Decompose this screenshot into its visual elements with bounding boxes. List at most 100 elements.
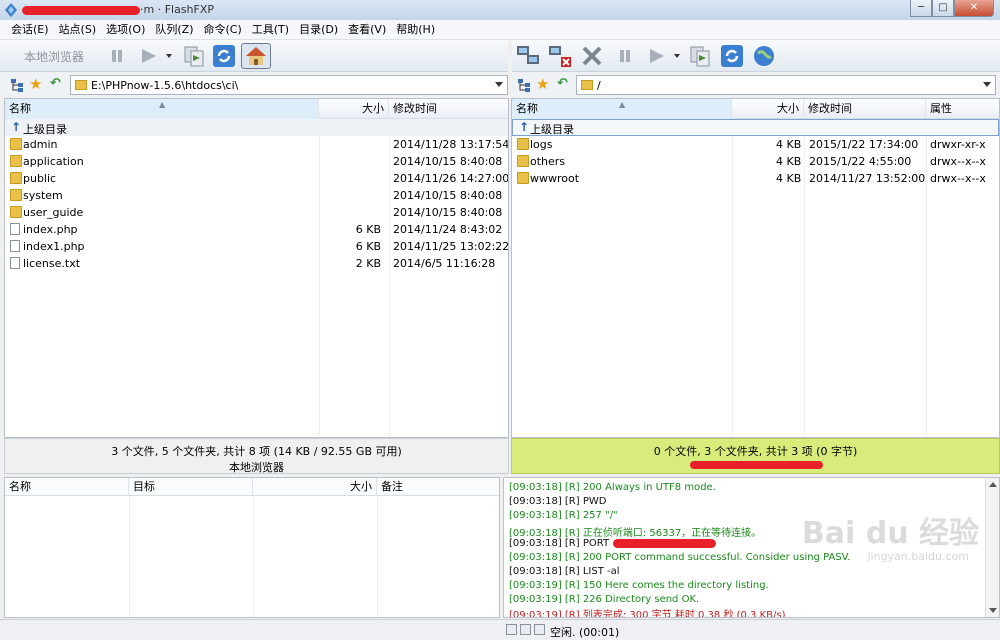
dropdown-arrow-icon[interactable] xyxy=(983,82,991,87)
queue-column-note[interactable]: 备注 xyxy=(377,478,499,496)
menu-commands[interactable]: 命令(C) xyxy=(199,20,247,39)
file-row[interactable]: public 2014/11/26 14:27:00 xyxy=(5,170,508,187)
menu-options[interactable]: 选项(O) xyxy=(101,20,150,39)
remote-file-list[interactable]: 名称 ▲ 大小 修改时间 属性 ↑ 上级目录 logs 4 KB 2015/1/22… xyxy=(511,98,1000,438)
log-scrollbar[interactable] xyxy=(985,478,999,617)
file-row[interactable]: user_guide 2014/10/15 8:40:08 xyxy=(5,204,508,221)
file-name: others xyxy=(530,155,566,168)
home-button[interactable] xyxy=(241,43,271,69)
pause-button[interactable] xyxy=(104,43,130,69)
file-modified: 2014/11/27 13:52:00 xyxy=(809,172,926,185)
title-bar: ·m · FlashFXP ─ □ ✕ xyxy=(0,0,1000,20)
maximize-button[interactable]: □ xyxy=(932,0,954,17)
pause-icon xyxy=(620,50,630,62)
log-line: [09:03:18] [R] LIST -al xyxy=(509,566,620,577)
file-row[interactable]: system 2014/10/15 8:40:08 xyxy=(5,187,508,204)
file-modified: 2014/10/15 8:40:08 xyxy=(393,155,503,168)
dropdown-arrow-icon[interactable] xyxy=(495,82,503,87)
close-button[interactable]: ✕ xyxy=(954,0,994,17)
transfer-queue[interactable]: 名称 目标 大小 备注 xyxy=(4,477,500,618)
file-row[interactable]: wwwroot 4 KB 2014/11/27 13:52:00 drwx--x--x xyxy=(512,170,999,187)
log-line-text: [09:03:18] [R] PORT xyxy=(509,538,610,549)
file-row[interactable]: application 2014/10/15 8:40:08 xyxy=(5,153,508,170)
file-row[interactable]: index1.php 6 KB 2014/11/25 13:02:22 xyxy=(5,238,508,255)
column-modified[interactable]: 修改时间 xyxy=(804,99,926,119)
file-modified: 2014/11/26 14:27:00 xyxy=(393,172,509,185)
globe-button[interactable] xyxy=(750,43,778,69)
parent-folder-arrow-icon[interactable]: ↶ xyxy=(50,76,61,91)
folder-icon xyxy=(10,206,22,218)
file-size: 4 KB xyxy=(776,172,802,185)
file-row[interactable]: logs 4 KB 2015/1/22 17:34:00 drwxr-xr-x xyxy=(512,136,999,153)
file-attributes: drwx--x--x xyxy=(930,172,986,185)
folder-icon xyxy=(517,155,529,167)
favorites-star-icon[interactable]: ★ xyxy=(536,75,549,93)
remote-refresh-button[interactable] xyxy=(718,43,746,69)
up-directory-row[interactable]: ↑ 上级目录 xyxy=(5,119,508,136)
remote-path-input[interactable]: / xyxy=(576,75,996,95)
log-line: [09:03:18] [R] 200 PORT command successf… xyxy=(509,552,851,563)
menu-view[interactable]: 查看(V) xyxy=(343,20,391,39)
sort-asc-icon: ▲ xyxy=(619,100,626,109)
column-size[interactable]: 大小 xyxy=(732,99,804,119)
remote-transfer-button[interactable] xyxy=(644,43,684,69)
remote-compare-button[interactable] xyxy=(686,43,714,69)
file-icon xyxy=(10,257,20,269)
disconnect-icon xyxy=(549,46,571,67)
refresh-icon xyxy=(721,45,743,67)
queue-header: 名称 目标 大小 备注 xyxy=(5,478,499,496)
abort-x-icon xyxy=(582,46,602,66)
menu-tools[interactable]: 工具(T) xyxy=(247,20,294,39)
globe-icon xyxy=(754,46,774,66)
folder-icon xyxy=(10,189,22,201)
file-modified: 2014/6/5 11:16:28 xyxy=(393,257,496,270)
scroll-up-icon[interactable] xyxy=(989,482,997,487)
compare-folders-icon xyxy=(690,46,710,67)
column-modified[interactable]: 修改时间 xyxy=(389,99,508,119)
menu-bar: 会话(E) 站点(S) 选项(O) 队列(Z) 命令(C) 工具(T) 目录(D… xyxy=(0,20,1000,40)
transfer-button[interactable] xyxy=(136,43,176,69)
refresh-button[interactable] xyxy=(210,43,238,69)
menu-sites[interactable]: 站点(S) xyxy=(54,20,102,39)
menu-help[interactable]: 帮助(H) xyxy=(391,20,440,39)
folder-icon xyxy=(517,138,529,150)
queue-column-size[interactable]: 大小 xyxy=(253,478,377,496)
up-directory-row[interactable]: ↑ 上级目录 xyxy=(512,119,999,136)
local-file-list[interactable]: 名称 ▲ 大小 修改时间 ↑ 上级目录 admin 2014/11/28 13:1… xyxy=(4,98,509,438)
disconnect-button[interactable] xyxy=(546,43,574,69)
menu-directory[interactable]: 目录(D) xyxy=(294,20,343,39)
parent-folder-arrow-icon[interactable]: ↶ xyxy=(557,76,568,91)
file-row[interactable]: admin 2014/11/28 13:17:54 xyxy=(5,136,508,153)
folder-icon xyxy=(10,138,22,150)
minimize-button[interactable]: ─ xyxy=(910,0,932,17)
file-row[interactable]: index.php 6 KB 2014/11/24 8:43:02 xyxy=(5,221,508,238)
queue-column-name[interactable]: 名称 xyxy=(5,478,129,496)
tree-view-icon[interactable] xyxy=(9,77,25,93)
column-size[interactable]: 大小 xyxy=(319,99,389,119)
watermark-brand: Bai du 经验 xyxy=(801,516,979,551)
local-path-input[interactable]: E:\PHPnow-1.5.6\htdocs\ci\ xyxy=(70,75,508,95)
favorites-star-icon[interactable]: ★ xyxy=(29,75,42,93)
connect-button[interactable] xyxy=(514,43,542,69)
compare-button[interactable] xyxy=(180,43,208,69)
connection-status: 空闲. (00:01) xyxy=(550,626,620,639)
tree-view-icon[interactable] xyxy=(516,77,532,93)
column-attributes[interactable]: 属性 xyxy=(926,99,999,119)
local-browser-button[interactable]: 本地浏览器 xyxy=(12,43,96,69)
log-line-redacted: [09:03:18] [R] PORT xyxy=(509,538,717,549)
local-path-text: E:\PHPnow-1.5.6\htdocs\ci\ xyxy=(91,79,239,92)
menu-session[interactable]: 会话(E) xyxy=(6,20,54,39)
menu-queue[interactable]: 队列(Z) xyxy=(150,20,198,39)
remote-pause-button[interactable] xyxy=(612,43,638,69)
abort-button[interactable] xyxy=(578,43,606,69)
file-row[interactable]: others 4 KB 2015/1/22 4:55:00 drwx--x--x xyxy=(512,153,999,170)
scroll-down-icon[interactable] xyxy=(989,608,997,613)
file-modified: 2014/10/15 8:40:08 xyxy=(393,206,503,219)
file-row[interactable]: license.txt 2 KB 2014/6/5 11:16:28 xyxy=(5,255,508,272)
file-modified: 2014/11/25 13:02:22 xyxy=(393,240,509,253)
session-log[interactable]: [09:03:18] [R] 200 Always in UTF8 mode. … xyxy=(503,477,1000,618)
file-name: index.php xyxy=(23,223,78,236)
queue-column-target[interactable]: 目标 xyxy=(129,478,253,496)
queue-status-icon xyxy=(534,624,545,635)
play-icon xyxy=(142,49,172,63)
